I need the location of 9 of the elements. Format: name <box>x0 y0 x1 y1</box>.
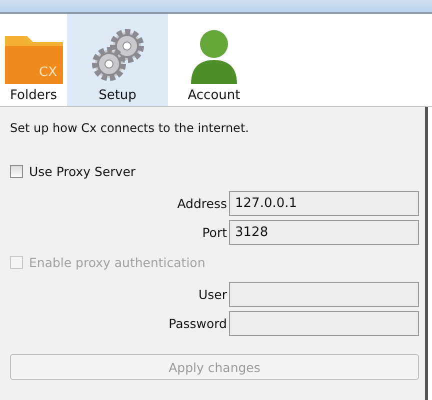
checkbox-label: Enable proxy authentication <box>29 255 206 270</box>
field-label: User <box>198 287 227 302</box>
field-label: Port <box>202 225 227 240</box>
toolbar-tab[interactable]: Setup <box>67 14 168 106</box>
intro-text: Set up how Cx connects to the internet. <box>10 121 250 135</box>
field-label: Address <box>177 196 227 211</box>
checkbox-label: Use Proxy Server <box>29 164 136 179</box>
field-label: Password <box>168 316 227 331</box>
checkbox[interactable] <box>10 165 23 178</box>
